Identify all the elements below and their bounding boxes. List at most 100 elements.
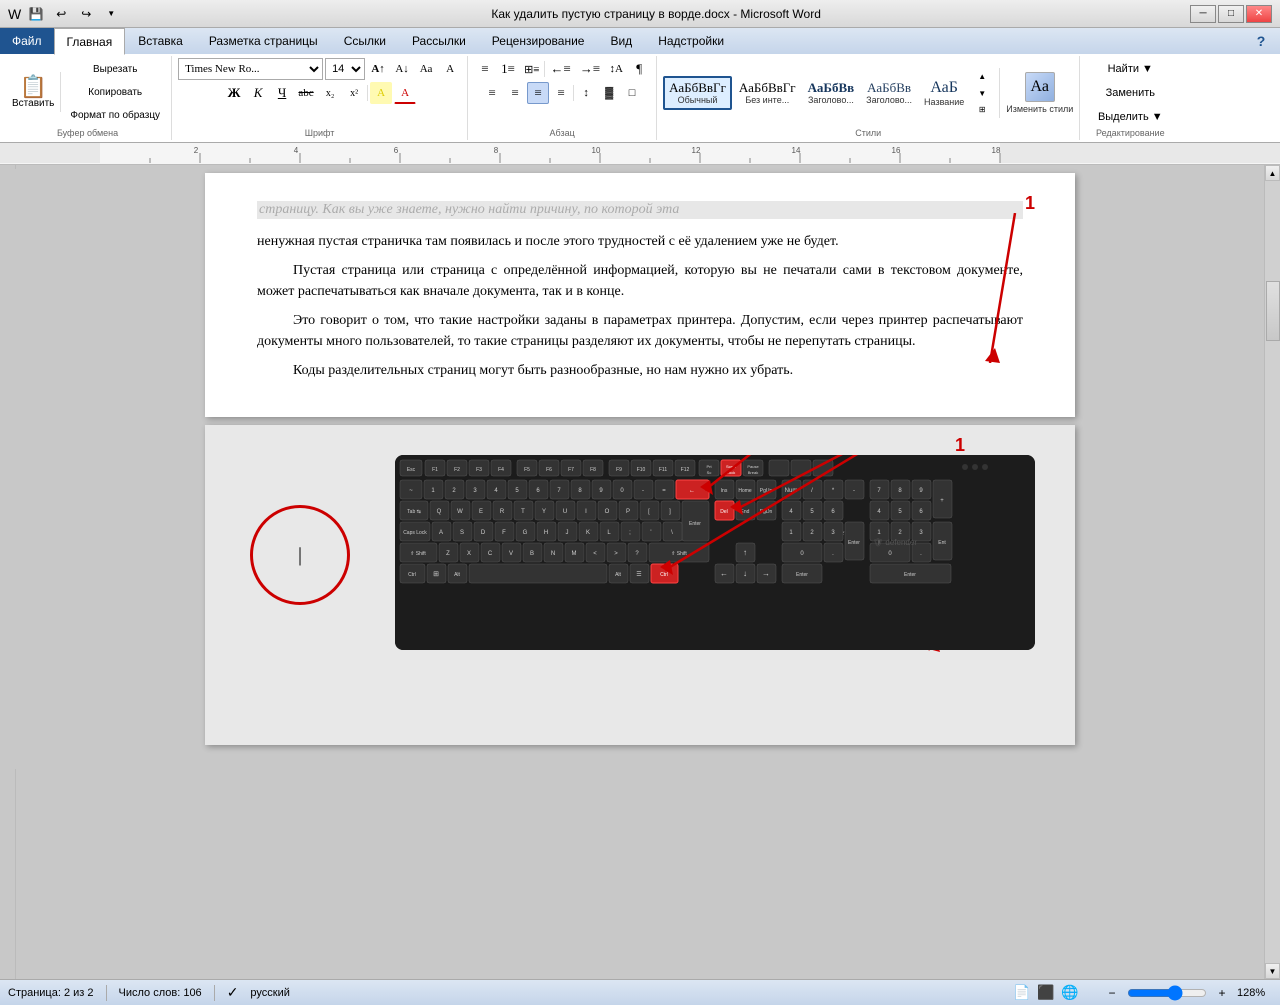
font-name-select[interactable]: Times New Ro... [178,58,323,80]
svg-text:C: C [488,551,493,557]
maximize-btn[interactable]: □ [1218,5,1244,23]
style-normal[interactable]: АаБбВвГг Обычный [663,76,732,110]
ribbon-tabs: Файл Главная Вставка Разметка страницы С… [0,28,1280,54]
scroll-down-btn[interactable]: ▼ [1265,963,1280,979]
tab-mailings[interactable]: Рассылки [399,28,479,54]
minimize-btn[interactable]: ─ [1190,5,1216,23]
tab-addins[interactable]: Надстройки [645,28,737,54]
border-btn[interactable]: □ [621,82,643,104]
vertical-scrollbar[interactable]: ▲ ▼ [1264,165,1280,979]
tab-home[interactable]: Главная [54,28,126,55]
align-justify-btn[interactable]: ≡ [527,82,549,104]
quick-undo-btn[interactable]: ↩ [50,4,72,24]
format-copy-btn[interactable]: Формат по образцу [65,104,165,126]
paste-btn[interactable]: 📋 Вставить [10,74,56,111]
tab-insert[interactable]: Вставка [125,28,196,54]
svg-text:<: < [593,551,597,557]
find-btn[interactable]: Найти ▼ [1101,58,1160,80]
svg-text:+: + [940,498,944,504]
underline-btn[interactable]: Ч [271,82,293,104]
zoom-level: 128% [1237,987,1272,999]
help-btn[interactable]: ? [1250,30,1272,52]
tab-view[interactable]: Вид [597,28,645,54]
font-size-select[interactable]: 14 [325,58,365,80]
svg-text:>: > [614,551,618,557]
view-web-btn[interactable]: 🌐 [1059,984,1081,1002]
style-heading1[interactable]: АаБбВв Заголово... [803,77,860,109]
shading-btn[interactable]: ▓ [598,82,620,104]
multilevel-list-btn[interactable]: ⊞≡ [520,58,543,80]
align-right-btn[interactable]: ≡ [550,82,572,104]
paragraph-group: ≡ 1≡ ⊞≡ ←≡ →≡ ↕A ¶ ≡ ≡ ≡ ≡ ↕ ▓ □ Абзац [468,56,657,140]
bullets-btn[interactable]: ≡ [474,58,496,80]
zoom-in-btn[interactable]: + [1211,982,1233,1004]
styles-scroll-down[interactable]: ▼ [971,85,993,102]
line-spacing-btn[interactable]: ↕ [575,82,597,104]
scroll-up-btn[interactable]: ▲ [1265,165,1280,181]
close-btn[interactable]: ✕ [1246,5,1272,23]
align-center-btn[interactable]: ≡ [504,82,526,104]
style-heading2[interactable]: АаБбВв Заголово... [861,77,917,109]
superscript-btn[interactable]: х² [343,82,365,104]
font-color-btn[interactable]: А [394,82,416,104]
font-grow-btn[interactable]: A↑ [367,58,389,80]
change-styles-btn[interactable]: Аа Изменить стили [1006,72,1073,114]
cut-btn[interactable]: Вырезать [65,58,165,80]
tab-file[interactable]: Файл [0,28,54,54]
styles-scroll-up[interactable]: ▲ [971,68,993,85]
svg-text:K: K [586,530,590,536]
zoom-out-btn[interactable]: − [1101,982,1123,1004]
tab-review[interactable]: Рецензирование [479,28,598,54]
show-marks-btn[interactable]: ¶ [628,58,650,80]
language[interactable]: русский [250,987,289,999]
svg-text:End: End [741,509,750,515]
text-highlight-btn[interactable]: А [370,82,392,104]
align-left-btn[interactable]: ≡ [481,82,503,104]
svg-text:Break: Break [748,470,758,475]
page-count[interactable]: Страница: 2 из 2 [8,987,94,999]
annotation-marker-1-p2: 1 [955,435,965,456]
tab-page-layout[interactable]: Разметка страницы [196,28,331,54]
replace-btn[interactable]: Заменить [1099,82,1162,104]
circle-annotation: | [235,490,365,620]
change-case-btn[interactable]: Аа [415,58,437,80]
bold-btn[interactable]: Ж [223,82,245,104]
increase-indent-btn[interactable]: →≡ [576,58,604,80]
tab-references[interactable]: Ссылки [331,28,399,54]
svg-text:10: 10 [592,146,601,155]
strikethrough-btn[interactable]: аbc [295,82,317,104]
quick-access-dropdown[interactable]: ▼ [100,4,122,24]
clipboard-label: Буфер обмена [57,128,118,138]
word-count[interactable]: Число слов: 106 [119,987,202,999]
document-area[interactable]: страницу. Как вы уже знаете, нужно найти… [16,165,1264,979]
svg-text:F10: F10 [637,467,646,473]
svg-text:F: F [502,530,506,536]
svg-text:N: N [551,551,555,557]
view-fullscreen-btn[interactable]: ⬛ [1035,984,1057,1002]
sort-btn[interactable]: ↕A [605,58,627,80]
scroll-thumb[interactable] [1266,281,1280,341]
svg-text:→: → [762,569,770,578]
style-no-spacing[interactable]: АаБбВвГг Без инте... [734,77,801,109]
zoom-slider[interactable] [1127,985,1207,1001]
font-shrink-btn[interactable]: A↓ [391,58,413,80]
view-print-btn[interactable]: 📄 [1011,984,1033,1002]
svg-text:6: 6 [394,146,399,155]
select-btn[interactable]: Выделить ▼ [1091,106,1170,128]
quick-redo-btn[interactable]: ↪ [75,4,97,24]
styles-more[interactable]: ⊞ [971,101,993,118]
numbering-btn[interactable]: 1≡ [497,58,519,80]
annotation-arrow-1 [985,213,1045,363]
style-title[interactable]: АаБ Название [919,75,969,111]
svg-text:U: U [563,509,567,515]
italic-btn[interactable]: К [247,82,269,104]
svg-text:D: D [481,530,486,536]
clear-format-btn[interactable]: А [439,58,461,80]
copy-btn[interactable]: Копировать [65,81,165,103]
decrease-indent-btn[interactable]: ←≡ [546,58,574,80]
quick-save-btn[interactable]: 💾 [25,4,47,24]
svg-text:18: 18 [992,146,1001,155]
svg-text:16: 16 [892,146,901,155]
subscript-btn[interactable]: х₂ [319,82,341,104]
spell-check-icon[interactable]: ✓ [227,984,239,1001]
